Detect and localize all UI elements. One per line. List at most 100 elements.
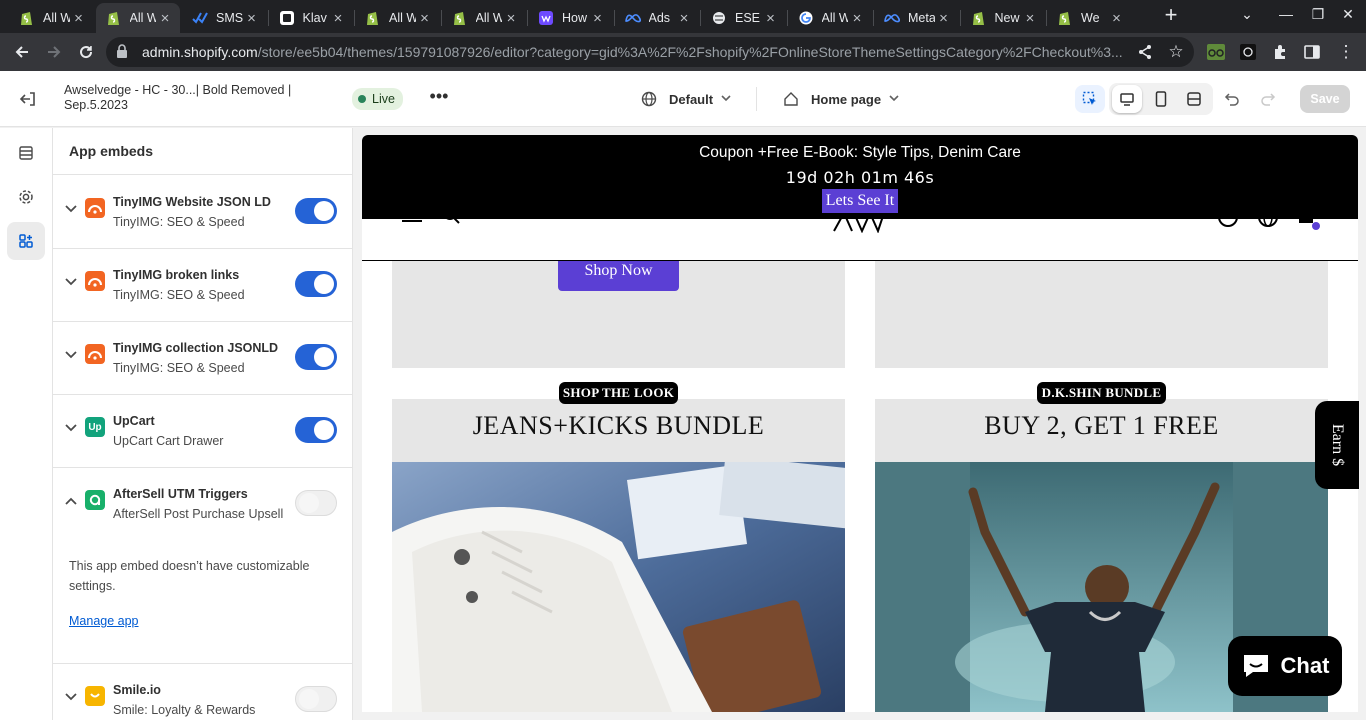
meta-icon (884, 10, 900, 26)
earn-rewards-label: Earn $ (1328, 423, 1346, 467)
browser-tab[interactable]: SMS × (182, 3, 267, 33)
extensions-puzzle-icon[interactable] (1269, 41, 1291, 63)
browser-tab[interactable]: How × (528, 3, 613, 33)
page-selector[interactable]: Home page (783, 87, 899, 111)
tab-search-icon[interactable]: ⌄ (1237, 6, 1257, 23)
browser-tab[interactable]: New × (961, 3, 1046, 33)
bundle-title-right[interactable]: BUY 2, GET 1 FREE (875, 411, 1328, 441)
browser-tab[interactable]: ESE × (701, 3, 786, 33)
browser-tab[interactable]: All W × (442, 3, 527, 33)
app-embed-toggle[interactable] (295, 490, 337, 516)
address-bar[interactable]: admin.shopify.com/store/ee5b04/themes/15… (106, 37, 1194, 67)
extension-glasses-icon[interactable] (1205, 41, 1227, 63)
app-embed-app-name: TinyIMG: SEO & Speed (113, 215, 245, 229)
exit-icon[interactable] (16, 87, 40, 111)
app-embed-name: Smile.io (113, 683, 161, 697)
close-tab-icon[interactable]: × (935, 10, 953, 27)
theme-settings-gear-icon[interactable] (7, 178, 45, 216)
lets-see-it-button[interactable]: Lets See It (822, 189, 898, 213)
app-embed-app-name: Smile: Loyalty & Rewards (113, 703, 256, 717)
shopify-icon (1057, 10, 1073, 26)
bookmark-star-icon[interactable]: ☆ (1165, 41, 1187, 63)
editor-top-bar: Awselvedge - HC - 30...| Bold Removed | … (0, 71, 1366, 127)
redo-icon[interactable] (1253, 85, 1283, 113)
chevron-down-icon[interactable] (65, 690, 77, 704)
more-actions-button[interactable]: ••• (426, 87, 452, 111)
close-tab-icon[interactable]: × (762, 10, 780, 27)
search-icon[interactable] (442, 219, 462, 230)
tinyimg-icon (85, 198, 105, 218)
browser-tab[interactable]: All W × (95, 3, 180, 33)
browser-tab-title: All W (821, 11, 849, 25)
browser-tab-title: Meta (908, 11, 935, 25)
close-window-icon[interactable]: ✕ (1338, 6, 1358, 23)
chevron-down-icon[interactable] (65, 202, 77, 216)
browser-tab[interactable]: Klav × (269, 3, 354, 33)
browser-tab-strip: All W × All W × SMS × Klav × All W × All W × How × Ads… (0, 0, 1366, 33)
chevron-down-icon[interactable] (65, 421, 77, 435)
chevron-up-icon[interactable] (65, 494, 77, 508)
undo-icon[interactable] (1217, 85, 1247, 113)
extension-ai-icon[interactable] (1237, 41, 1259, 63)
close-tab-icon[interactable]: × (70, 10, 88, 27)
earn-rewards-tab[interactable]: Earn $ (1315, 401, 1359, 489)
close-tab-icon[interactable]: × (502, 10, 520, 27)
chat-button[interactable]: Chat (1228, 636, 1342, 696)
reload-icon[interactable] (75, 41, 97, 63)
chevron-down-icon[interactable] (65, 275, 77, 289)
sneaker-jeans-image[interactable] (392, 462, 845, 712)
close-tab-icon[interactable]: × (329, 10, 347, 27)
app-embed-toggle[interactable] (295, 344, 337, 370)
side-panel-icon[interactable] (1301, 41, 1323, 63)
browser-tab[interactable]: All W × (788, 3, 873, 33)
minimize-icon[interactable]: — (1276, 6, 1296, 22)
menu-icon[interactable] (402, 219, 422, 232)
close-tab-icon[interactable]: × (416, 10, 434, 27)
close-tab-icon[interactable]: × (848, 10, 866, 27)
browser-tab-title: All W (389, 11, 416, 25)
browser-tab-title: All W (129, 11, 157, 25)
restore-icon[interactable]: ❐ (1308, 6, 1328, 23)
chevron-down-icon[interactable] (65, 348, 77, 362)
back-icon[interactable] (11, 41, 33, 63)
account-icon[interactable] (1217, 219, 1239, 232)
close-tab-icon[interactable]: × (675, 10, 693, 27)
sections-icon[interactable] (7, 134, 45, 172)
bundle-title-left[interactable]: JEANS+KICKS BUNDLE (392, 411, 845, 441)
browser-tab[interactable]: We × (1047, 3, 1132, 33)
browser-tab[interactable]: All W × (355, 3, 440, 33)
browser-tab[interactable]: Ads × (615, 3, 700, 33)
shop-the-look-badge: SHOP THE LOOK (559, 382, 678, 404)
cart-icon[interactable] (1297, 219, 1321, 236)
app-embed-toggle[interactable] (295, 271, 337, 297)
forward-icon[interactable] (43, 41, 65, 63)
app-embed-toggle[interactable] (295, 417, 337, 443)
app-embed-toggle[interactable] (295, 198, 337, 224)
template-selector-label: Default (669, 91, 714, 107)
mobile-view-icon[interactable] (1146, 85, 1176, 113)
browser-tab[interactable]: Meta × (874, 3, 959, 33)
save-button[interactable]: Save (1300, 85, 1350, 113)
template-selector[interactable]: Default (641, 87, 731, 111)
manage-app-link[interactable]: Manage app (69, 614, 139, 628)
app-embed-toggle[interactable] (295, 686, 337, 712)
panel-title: App embeds (53, 128, 352, 175)
browser-tab-title: Klav (302, 11, 327, 25)
close-tab-icon[interactable]: × (589, 10, 607, 27)
new-tab-button[interactable]: + (1159, 4, 1183, 28)
language-globe-icon[interactable] (1257, 219, 1279, 232)
share-icon[interactable] (1134, 41, 1156, 63)
browser-tab-title: ESE (735, 11, 761, 25)
browser-tab[interactable]: All W × (9, 3, 94, 33)
store-logo[interactable] (832, 219, 886, 236)
close-tab-icon[interactable]: × (1021, 10, 1039, 27)
live-status-badge: Live (352, 88, 403, 110)
close-tab-icon[interactable]: × (1108, 10, 1126, 27)
app-embeds-icon[interactable] (7, 222, 45, 260)
desktop-view-icon[interactable] (1112, 85, 1142, 113)
close-tab-icon[interactable]: × (156, 10, 174, 27)
fullscreen-view-icon[interactable] (1179, 85, 1209, 113)
close-tab-icon[interactable]: × (243, 10, 261, 27)
browser-menu-icon[interactable]: ⋮ (1335, 41, 1357, 63)
inspector-icon[interactable] (1075, 85, 1105, 113)
